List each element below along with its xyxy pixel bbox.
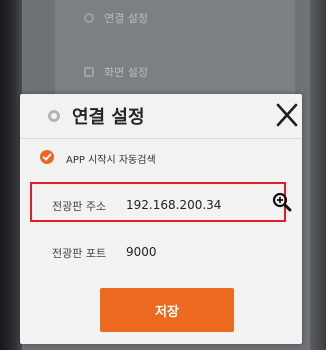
connection-settings-dialog: 연결 설정 APP 시작시 자동검색 전광판 주소 192.168.200.34 xyxy=(20,94,302,344)
auto-search-checkbox[interactable] xyxy=(40,150,54,164)
background-menu-item-connection[interactable]: 연결 설정 xyxy=(84,8,148,28)
port-value[interactable]: 9000 xyxy=(126,245,157,259)
gear-icon xyxy=(84,13,94,23)
screen-photo: 연결 설정 화면 설정 연결 설정 APP 시작시 자동검색 전광판 주소 19… xyxy=(0,0,326,350)
save-button[interactable]: 저장 xyxy=(100,288,234,332)
dialog-title: 연결 설정 xyxy=(72,107,145,128)
background-menu-item-label: 연결 설정 xyxy=(104,12,148,25)
zoom-in-icon[interactable] xyxy=(272,192,292,212)
ip-address-label: 전광판 주소 xyxy=(52,200,107,213)
screen-icon xyxy=(84,67,94,77)
background-menu-item-label: 화면 설정 xyxy=(104,66,148,79)
close-button[interactable] xyxy=(272,100,302,130)
port-label: 전광판 포트 xyxy=(52,247,107,260)
gear-icon xyxy=(48,110,60,122)
close-icon xyxy=(276,103,298,127)
check-icon xyxy=(42,153,52,161)
background-menu-item-display[interactable]: 화면 설정 xyxy=(84,62,148,82)
device-edge-right xyxy=(310,0,326,350)
ip-address-value[interactable]: 192.168.200.34 xyxy=(126,198,221,212)
device-edge-left xyxy=(0,0,22,350)
dialog-header: 연결 설정 xyxy=(20,94,302,139)
auto-search-label: APP 시작시 자동검색 xyxy=(66,155,156,166)
